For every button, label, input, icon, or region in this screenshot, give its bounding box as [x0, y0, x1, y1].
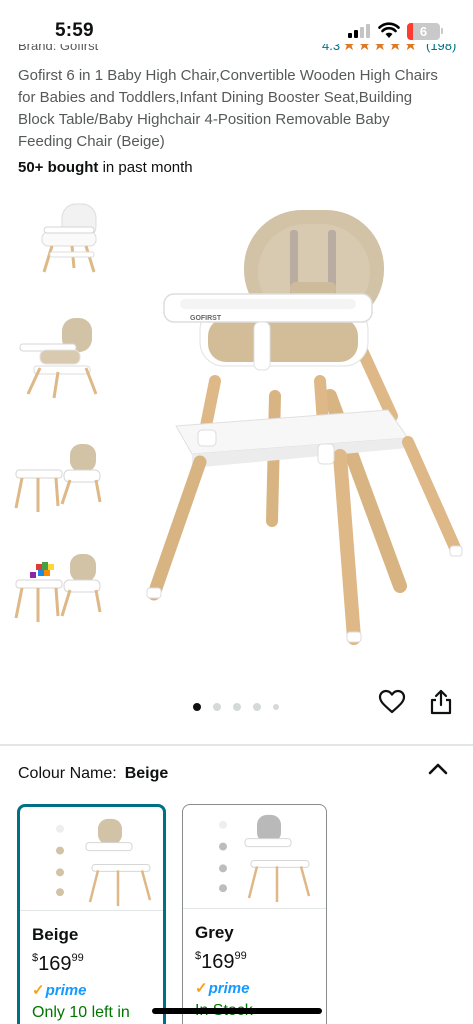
swatch-price: $16999 — [195, 950, 247, 974]
star-rating-icon[interactable]: ★★★★★ — [342, 44, 419, 55]
prime-check-icon: ✓ — [195, 980, 208, 997]
colour-swatch-beige[interactable]: Beige $16999 ✓prime Only 10 left in — [17, 804, 166, 1024]
pagination-dot-3[interactable] — [233, 703, 241, 711]
status-bar: 5:59 6 — [0, 0, 473, 44]
product-main-image[interactable]: GOFIRST — [140, 186, 473, 656]
wifi-icon — [378, 22, 400, 38]
section-divider — [0, 744, 473, 746]
colour-selected-value: Beige — [124, 765, 169, 782]
thumbnail-chair-beige[interactable] — [10, 310, 106, 406]
share-icon[interactable] — [428, 688, 454, 716]
product-title: Gofirst 6 in 1 Baby High Chair,Convertib… — [18, 67, 438, 150]
price-fraction: 99 — [234, 950, 247, 962]
price-whole: 169 — [38, 953, 72, 975]
battery-icon: 6 — [407, 23, 440, 40]
colour-name-row: Colour Name: Beige — [18, 765, 168, 783]
price-whole: 169 — [201, 951, 235, 973]
swatch-name: Beige — [32, 925, 79, 944]
swatch-price: $16999 — [32, 952, 84, 976]
battery-level: 6 — [419, 24, 428, 39]
brand-logo-text: GOFIRST — [190, 315, 222, 322]
cellular-signal-icon — [348, 24, 370, 38]
prime-badge: ✓prime — [32, 981, 86, 999]
bought-suffix: in past month — [98, 159, 193, 176]
thumbnail-chair-white[interactable] — [10, 192, 106, 288]
review-count[interactable]: (198) — [426, 44, 456, 53]
colour-swatch-grey[interactable]: Grey $16999 ✓prime In Stock — [182, 804, 327, 1024]
chevron-up-icon[interactable] — [427, 760, 449, 778]
home-indicator[interactable] — [152, 1008, 322, 1014]
prime-badge: ✓prime — [195, 979, 249, 997]
prime-label: prime — [208, 980, 250, 997]
price-fraction: 99 — [71, 952, 84, 964]
bought-count: 50+ bought — [18, 159, 99, 176]
colour-name-label: Colour Name: — [18, 765, 117, 782]
status-time: 5:59 — [55, 20, 94, 41]
pagination-dot-4[interactable] — [253, 703, 261, 711]
brand-rating-row: Brand: Gofirst 4.3 ★★★★★ (198) — [0, 44, 473, 56]
heart-icon[interactable] — [378, 688, 406, 716]
pagination-dot-5[interactable] — [273, 704, 279, 710]
swatch-image-grey — [183, 814, 326, 909]
thumbnail-table-chair[interactable] — [10, 438, 106, 534]
stock-status: Only 10 left in — [32, 1004, 130, 1021]
pagination-dot-2[interactable] — [213, 703, 221, 711]
brand-link[interactable]: Brand: Gofirst — [18, 44, 98, 53]
prime-check-icon: ✓ — [32, 982, 45, 999]
swatch-name: Grey — [195, 923, 234, 942]
swatch-image-beige — [20, 818, 163, 911]
bought-in-past-month: 50+ bought in past month — [18, 159, 193, 176]
image-pagination-dots[interactable] — [193, 698, 291, 711]
prime-label: prime — [45, 982, 87, 999]
thumbnail-table-toys[interactable] — [10, 550, 106, 646]
pagination-dot-1[interactable] — [193, 703, 201, 711]
rating-value[interactable]: 4.3 — [322, 44, 340, 53]
